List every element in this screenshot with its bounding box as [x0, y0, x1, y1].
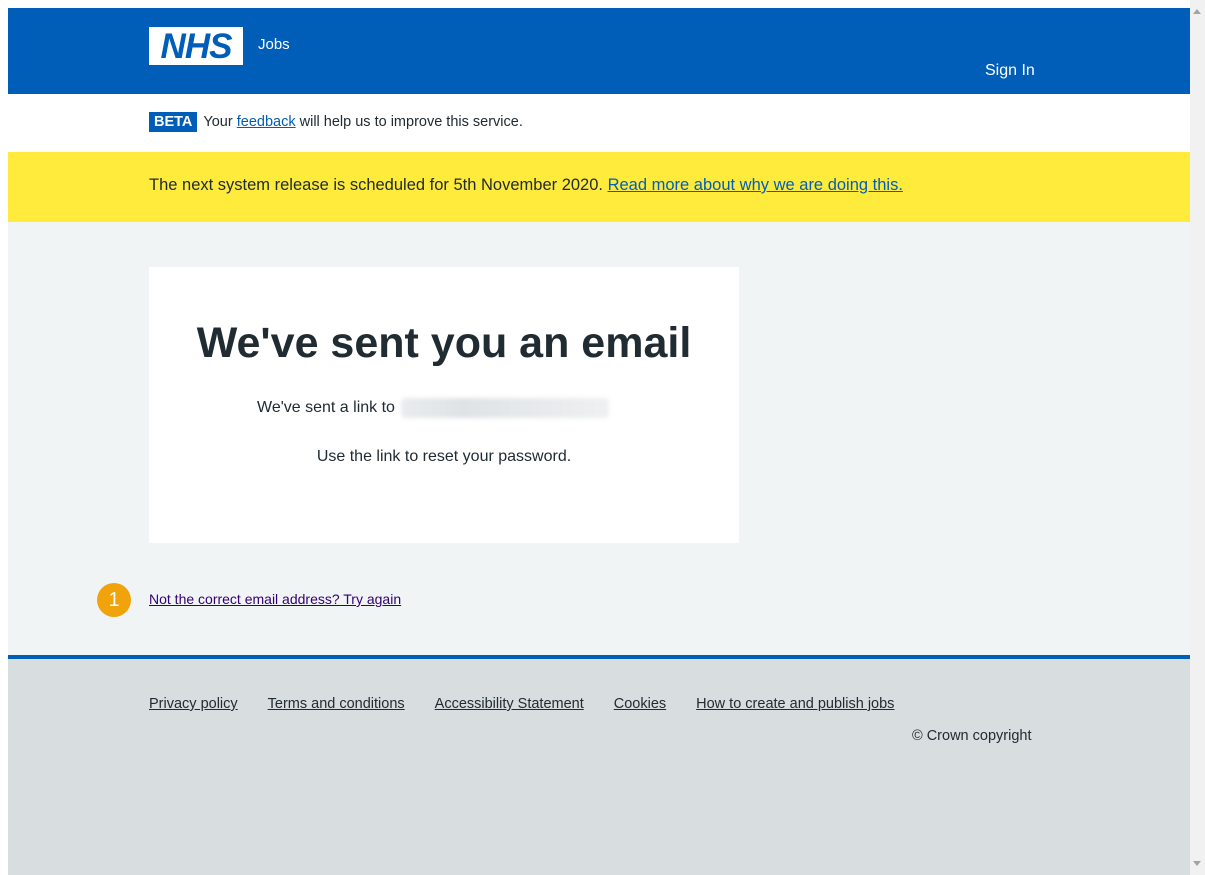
sent-link-line: We've sent a link to [257, 398, 609, 418]
beta-banner: BETA Your feedback will help us to impro… [8, 94, 1190, 152]
release-text-row: The next system release is scheduled for… [149, 176, 903, 195]
page-title: We've sent you an email [196, 319, 692, 367]
terms-link[interactable]: Terms and conditions [268, 696, 405, 712]
publish-jobs-link[interactable]: How to create and publish jobs [696, 696, 894, 712]
beta-text-after: will help us to improve this service. [299, 114, 523, 130]
cookies-link[interactable]: Cookies [614, 696, 666, 712]
reset-instruction: Use the link to reset your password. [316, 448, 572, 465]
scroll-up-icon[interactable] [1193, 9, 1201, 14]
nhs-logo-text: NHS [160, 26, 233, 66]
beta-text-before: Your [203, 114, 233, 130]
try-again-link[interactable]: Not the correct email address? Try again [149, 591, 401, 607]
nhs-logo[interactable]: NHS [149, 27, 243, 65]
beta-tag: BETA [149, 112, 198, 132]
redacted-email [400, 398, 609, 418]
scroll-down-icon[interactable] [1193, 861, 1201, 866]
service-name[interactable]: Jobs [258, 36, 290, 53]
step-marker: 1 [97, 583, 131, 617]
vertical-scrollbar[interactable] [1190, 0, 1205, 875]
sign-in-link[interactable]: Sign In [985, 62, 1035, 80]
release-banner: The next system release is scheduled for… [8, 152, 1190, 222]
site-footer: Privacy policy Terms and conditions Acce… [8, 655, 1190, 875]
page: NHS Jobs Sign In BETA Your feedback will… [8, 8, 1190, 875]
copyright: © Crown copyright [912, 728, 1032, 744]
release-text: The next system release is scheduled for… [149, 176, 603, 194]
privacy-policy-link[interactable]: Privacy policy [149, 696, 238, 712]
feedback-link[interactable]: feedback [237, 114, 296, 130]
beta-row: BETA Your feedback will help us to impro… [149, 112, 523, 132]
site-header: NHS Jobs Sign In [8, 8, 1190, 94]
email-sent-card: We've sent you an email We've sent a lin… [149, 267, 739, 543]
release-info-link[interactable]: Read more about why we are doing this. [608, 176, 903, 194]
sent-link-text: We've sent a link to [257, 399, 395, 416]
accessibility-link[interactable]: Accessibility Statement [435, 696, 584, 712]
footer-links: Privacy policy Terms and conditions Acce… [149, 696, 924, 712]
